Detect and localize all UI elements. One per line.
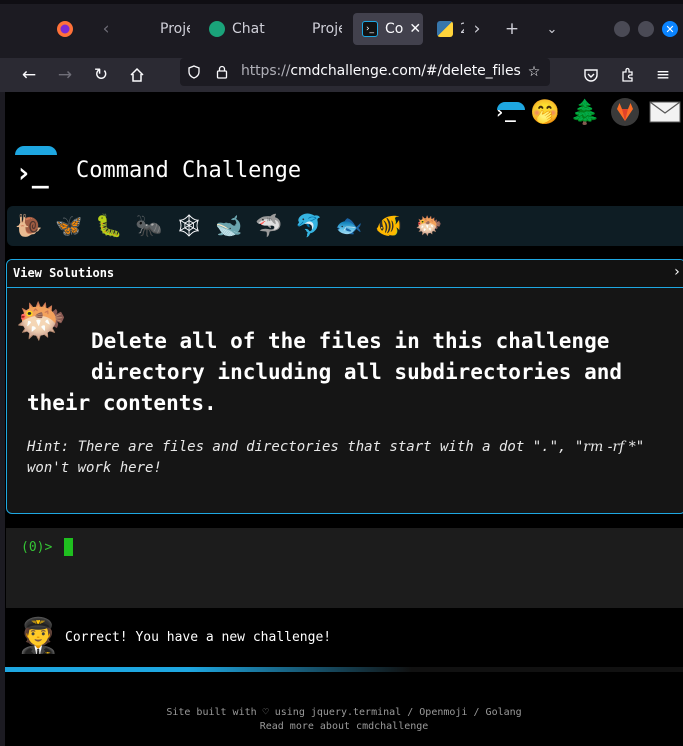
tab-label: Proje [312,21,342,37]
status-message-row: 🧑‍✈️ Correct! You have a new challenge! [5,614,683,664]
menu-icon[interactable]: ≡ [649,61,677,89]
terminal-emoji-icon[interactable]: ›_ [487,94,526,130]
heart-icon: ♡ [262,707,269,718]
status-message: Correct! You have a new challenge! [65,630,332,645]
site-logo[interactable]: ›_ [15,146,59,190]
challenge-levels-row: 🐌 🦋 🐛 🐜 🕸 🐋 🦈 🐬 🐟 🐠 🐡 [7,206,683,246]
butterfly-icon[interactable]: 🦋 [51,208,87,244]
close-tab-icon[interactable]: ✕ [409,21,421,37]
footer-line-2: Read more about cmdchallenge [5,720,683,734]
new-tab-icon[interactable]: + [498,15,526,43]
footer-text: using [274,707,305,718]
chatgpt-icon [209,21,225,37]
about-cmdchallenge-link[interactable]: cmdchallenge [356,721,428,732]
evergreen-tree-icon[interactable]: 🌲 [567,94,603,130]
logo-dome [15,146,57,155]
dolphin-icon[interactable]: 🐬 [291,208,327,244]
page-icon [289,21,305,37]
page-icon [137,21,153,37]
back-icon[interactable]: ← [15,61,43,89]
chevron-right-icon[interactable]: › [673,264,681,280]
tab-2[interactable]: Chat [200,13,270,45]
challenge-line: Delete all of the files in this challeng… [91,329,610,353]
page-content: ›_ 🤭 🌲 ›_ Command Challenge 🐌 🦋 🐛 🐜 🕸 🐋 … [5,92,683,746]
view-solutions-label[interactable]: View Solutions [13,266,114,280]
url-text[interactable]: https://cmdchallenge.com/#/delete_files [241,63,521,79]
hint-text: Hint: There are files and directories th… [27,439,584,455]
shield-icon[interactable] [184,62,204,82]
tab-label: Chat [232,21,265,37]
footer: Site built with ♡ using jquery.terminal … [5,706,683,734]
snail-icon[interactable]: 🐌 [11,208,47,244]
bookmark-star-icon[interactable]: ☆ [524,62,544,82]
caterpillar-icon[interactable]: 🐛 [91,208,127,244]
tropical-fish-icon[interactable]: 🐠 [371,208,407,244]
list-tabs-icon[interactable]: ⌄ [538,15,566,43]
person-avatar-icon: 🧑‍✈️ [17,616,60,656]
extensions-icon[interactable] [614,61,642,89]
footer-line-1: Site built with ♡ using jquery.terminal … [5,706,683,720]
python-icon [437,21,453,37]
pocket-icon[interactable] [577,61,605,89]
challenge-hint: Hint: There are files and directories th… [27,437,667,479]
tab-label: Proje [160,21,190,37]
fish-icon[interactable]: 🐟 [331,208,367,244]
url-host: cmdchallenge.com [290,63,422,79]
home-icon[interactable] [123,61,151,89]
tab-scroll-left-icon[interactable]: ‹ [92,15,120,43]
challenge-line: directory including all subdirectories a… [91,360,623,384]
terminal[interactable]: (0)> [6,528,683,608]
challenge-box: View Solutions › 🐡 Delete all of the fil… [6,259,683,514]
title-strip [0,0,683,4]
golang-link[interactable]: Golang [486,707,522,718]
forward-icon[interactable]: → [51,61,79,89]
firefox-view-icon[interactable] [51,15,79,43]
footer-separator: / [407,707,414,718]
top-emoji-row: ›_ 🤭 🌲 [487,94,683,130]
tab-bar: ‹ Proje Chat Proje ›_ Co ✕ 2 › + ⌄ ✕ [0,0,683,58]
shark-icon[interactable]: 🦈 [251,208,287,244]
challenge-line: their contents. [27,391,217,415]
minimize-button[interactable] [614,21,630,37]
face-with-hand-over-mouth-icon[interactable]: 🤭 [527,94,563,130]
lock-icon[interactable] [212,62,232,82]
whale-icon[interactable]: 🐋 [211,208,247,244]
progress-bar-fill [5,667,412,672]
nav-bar: ← → ↻ https://cmdchallenge.com/#/delete_… [0,58,683,92]
blowfish-icon[interactable]: 🐡 [411,208,447,244]
tab-1[interactable]: Proje [128,13,190,45]
footer-text: Site built with [166,707,257,718]
footer-separator: / [473,707,480,718]
challenge-description: Delete all of the files in this challeng… [27,326,667,419]
footer-text: Read more about [259,721,351,732]
terminal-icon: ›_ [362,21,378,37]
tab-5[interactable]: 2 [428,13,464,45]
tab-scroll-right-icon[interactable]: › [463,15,491,43]
reload-icon[interactable]: ↻ [87,61,115,89]
view-solutions-bar[interactable]: View Solutions › [7,260,683,288]
site-title[interactable]: Command Challenge [76,158,301,183]
ant-icon[interactable]: 🐜 [131,208,167,244]
url-path: /#/delete_files [421,63,521,79]
url-bar[interactable]: https://cmdchallenge.com/#/delete_files … [180,58,550,86]
tab-label: Co [385,21,404,37]
maximize-button[interactable] [638,21,654,37]
tab-3[interactable]: Proje [280,13,342,45]
close-window-button[interactable]: ✕ [662,21,678,37]
spider-web-icon[interactable]: 🕸 [171,208,207,244]
jquery-terminal-link[interactable]: jquery.terminal [311,707,401,718]
logo-prompt: ›_ [15,156,49,189]
terminal-cursor[interactable] [64,538,73,556]
url-scheme: https:// [241,63,291,79]
tab-4-active[interactable]: ›_ Co ✕ [353,13,423,45]
openmoji-link[interactable]: Openmoji [419,707,467,718]
terminal-prompt: (0)> [21,540,53,555]
envelope-icon[interactable] [647,94,683,130]
progress-bar [5,667,683,672]
gitlab-fox-icon[interactable] [607,94,643,130]
hint-code: rm -rf * [583,439,636,455]
